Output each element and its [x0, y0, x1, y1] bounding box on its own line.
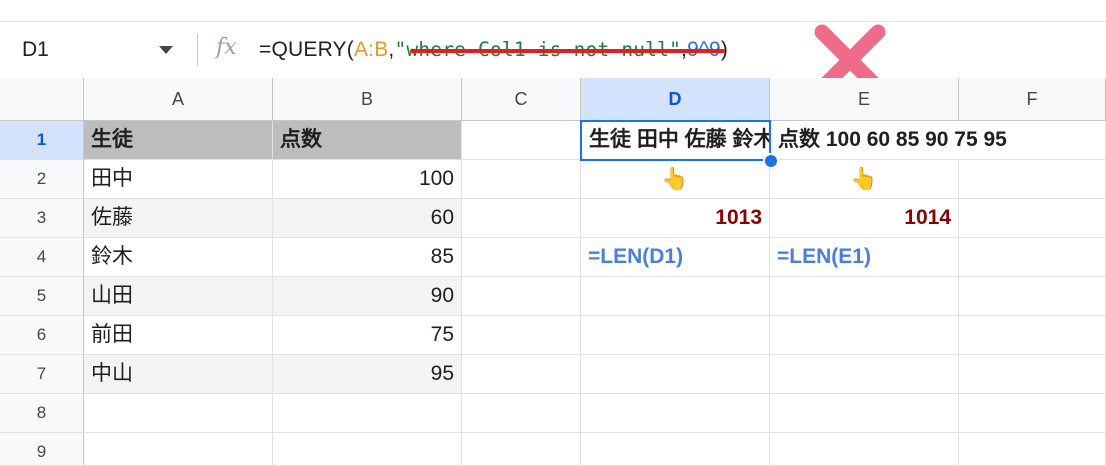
cell-d8[interactable] [581, 394, 770, 433]
cell-c6[interactable] [462, 316, 581, 355]
cell-e7[interactable] [770, 355, 959, 394]
formula-prefix: =QUERY( [259, 38, 354, 61]
cell-d9[interactable] [581, 433, 770, 466]
cell-c5[interactable] [462, 277, 581, 316]
cell-e4[interactable]: =LEN(E1) [770, 238, 959, 277]
row-header[interactable]: 3 [0, 199, 84, 238]
cell-a6[interactable]: 前田 [84, 316, 273, 355]
fill-handle[interactable] [763, 153, 779, 169]
row-header[interactable]: 9 [0, 433, 84, 466]
cell-e8[interactable] [770, 394, 959, 433]
d1-query-result: 生徒 田中 佐藤 鈴木 山田 前田 中山 [589, 128, 770, 151]
column-header[interactable]: D [581, 78, 770, 121]
chevron-down-icon[interactable] [159, 46, 173, 54]
cell-a8[interactable] [84, 394, 273, 433]
cell-c2[interactable] [462, 160, 581, 199]
cell-b6[interactable]: 75 [273, 316, 462, 355]
row-header[interactable]: 4 [0, 238, 84, 277]
row-header[interactable]: 2 [0, 160, 84, 199]
column-header[interactable]: F [959, 78, 1106, 121]
cell-c7[interactable] [462, 355, 581, 394]
fx-icon: fx [216, 35, 237, 60]
name-box[interactable]: D1 [22, 38, 49, 62]
cell-b8[interactable] [273, 394, 462, 433]
cell-a2[interactable]: 田中 [84, 160, 273, 199]
cell-d5[interactable] [581, 277, 770, 316]
cell-f7[interactable] [959, 355, 1106, 394]
cell-a1[interactable]: 生徒 [84, 121, 273, 160]
cell-e3[interactable]: 1014 [770, 199, 959, 238]
cell-e6[interactable] [770, 316, 959, 355]
row-header[interactable]: 8 [0, 394, 84, 433]
cell-f6[interactable] [959, 316, 1106, 355]
e1-query-result: 点数 100 60 85 90 75 95 [778, 128, 1007, 151]
cell-b2[interactable]: 100 [273, 160, 462, 199]
pointing-hand-icon: 👆 [770, 160, 959, 199]
cell-b3[interactable]: 60 [273, 199, 462, 238]
cell-d4[interactable]: =LEN(D1) [581, 238, 770, 277]
cell-f8[interactable] [959, 394, 1106, 433]
highlight-underline [410, 49, 725, 53]
cell-a9[interactable] [84, 433, 273, 466]
pointing-hand-icon: 👆 [581, 160, 770, 199]
cell-a4[interactable]: 鈴木 [84, 238, 273, 277]
column-header[interactable]: B [273, 78, 462, 121]
row-header[interactable]: 5 [0, 277, 84, 316]
cell-a7[interactable]: 中山 [84, 355, 273, 394]
column-header[interactable]: A [84, 78, 273, 121]
row-header[interactable]: 1 [0, 121, 84, 160]
select-all-corner[interactable] [0, 78, 84, 121]
cell-c3[interactable] [462, 199, 581, 238]
cell-a3[interactable]: 佐藤 [84, 199, 273, 238]
cell-c1[interactable] [462, 121, 581, 160]
cell-b9[interactable] [273, 433, 462, 466]
cell-a5[interactable]: 山田 [84, 277, 273, 316]
cell-f9[interactable] [959, 433, 1106, 466]
cell-f2[interactable] [959, 160, 1106, 199]
top-toolbar-edge [0, 0, 1106, 22]
cell-b5[interactable]: 90 [273, 277, 462, 316]
cell-d7[interactable] [581, 355, 770, 394]
column-header[interactable]: E [770, 78, 959, 121]
cell-d3[interactable]: 1013 [581, 199, 770, 238]
formula-separator [197, 34, 198, 66]
cell-b7[interactable]: 95 [273, 355, 462, 394]
cell-e9[interactable] [770, 433, 959, 466]
cell-c9[interactable] [462, 433, 581, 466]
column-header[interactable]: C [462, 78, 581, 121]
cell-f3[interactable] [959, 199, 1106, 238]
row-header[interactable]: 7 [0, 355, 84, 394]
cell-f5[interactable] [959, 277, 1106, 316]
row-header[interactable]: 6 [0, 316, 84, 355]
cell-d6[interactable] [581, 316, 770, 355]
cell-e5[interactable] [770, 277, 959, 316]
formula-range: A:B [353, 38, 389, 61]
cell-f4[interactable] [959, 238, 1106, 277]
cell-b1[interactable]: 点数 [273, 121, 462, 160]
cell-c8[interactable] [462, 394, 581, 433]
cell-c4[interactable] [462, 238, 581, 277]
cell-b4[interactable]: 85 [273, 238, 462, 277]
